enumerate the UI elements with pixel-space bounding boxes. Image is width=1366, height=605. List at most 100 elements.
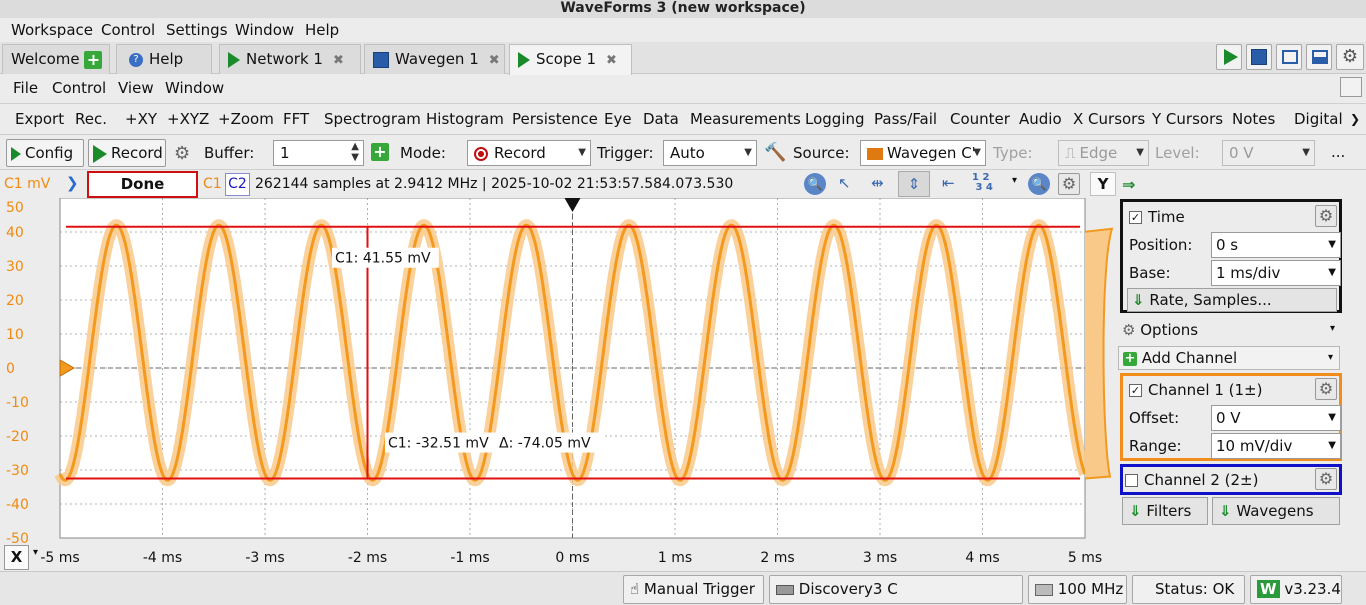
zoom-out-icon[interactable]: 🔍	[1028, 173, 1050, 195]
buffer-input[interactable]: 1 ▲ ▼	[273, 140, 364, 166]
more-button[interactable]: ...	[1331, 143, 1345, 161]
close-icon[interactable]: ✖	[489, 53, 500, 68]
zoom-icon[interactable]: 🔍	[804, 173, 826, 195]
config-button[interactable]: Config	[6, 139, 84, 167]
instr-persistence[interactable]: Persistence	[512, 110, 598, 128]
position-input[interactable]: 0 s ▼	[1211, 232, 1341, 258]
chevron-down-icon[interactable]: ▾	[33, 547, 38, 558]
instr-eye[interactable]: Eye	[604, 110, 632, 128]
manual-trigger-button[interactable]: ☝ Manual Trigger	[623, 575, 764, 604]
tab-scope[interactable]: Scope 1 ✖	[509, 44, 632, 75]
c2-toggle[interactable]: C2	[225, 173, 250, 196]
menu-file[interactable]: File	[13, 79, 38, 97]
scroll-right-icon[interactable]: ❯	[1350, 112, 1360, 126]
record-button[interactable]: Record	[88, 139, 166, 167]
x-tick-label: -4 ms	[143, 550, 182, 566]
collapse-arrow-icon[interactable]: ⇒	[1122, 175, 1135, 194]
source-select[interactable]: Wavegen C' ▼	[860, 140, 986, 166]
numbering-icon[interactable]: 1 2 3 4	[972, 173, 993, 193]
instr-spectrogram[interactable]: Spectrogram	[324, 110, 421, 128]
mode-select[interactable]: Record ▼	[467, 140, 591, 166]
offset-label: Offset:	[1129, 409, 1180, 427]
add-channel-button[interactable]: + Add Channel ▾	[1118, 346, 1340, 370]
tile-windows-button[interactable]	[1306, 44, 1332, 70]
instr-logging[interactable]: Logging	[805, 110, 865, 128]
scope-plot-area[interactable]: 50 40 30 20 10 0 -10 -20 -30 -40 -50 -5 ms -4 ms -3 m…	[0, 197, 1116, 570]
instr-xyz[interactable]: +XYZ	[167, 110, 209, 128]
close-icon[interactable]: ✖	[606, 53, 617, 68]
pointer-icon[interactable]: ↖	[838, 174, 851, 192]
instr-data[interactable]: Data	[643, 110, 679, 128]
range-select[interactable]: 10 mV/div ▼	[1211, 433, 1341, 459]
instr-passfail[interactable]: Pass/Fail	[874, 110, 937, 128]
spinner-icon[interactable]: ▲ ▼	[351, 141, 359, 163]
offset-input[interactable]: 0 V ▼	[1211, 405, 1341, 431]
chevron-right-icon[interactable]: ❯	[66, 174, 79, 192]
settings-button[interactable]: ⚙	[1336, 44, 1364, 70]
channel1-gear-icon[interactable]: ⚙	[1315, 378, 1337, 400]
plot-settings-gear-icon[interactable]: ⚙	[1058, 173, 1080, 195]
c1-toggle[interactable]: C1	[203, 176, 222, 192]
close-icon[interactable]: ✖	[333, 53, 344, 68]
trigger-select[interactable]: Auto ▼	[663, 140, 757, 166]
horizontal-fit-icon[interactable]: ⇹	[871, 174, 884, 192]
scope-plot-svg[interactable]: 50403020100-10-20-30-40-50-5 ms -4 ms -3 m…	[0, 197, 1116, 570]
y-axis-button[interactable]: Y	[1090, 172, 1116, 196]
tab-help[interactable]: ? Help	[116, 44, 212, 74]
tab-wavegen[interactable]: Wavegen 1 ✖	[364, 44, 505, 74]
channel1-enable-checkbox[interactable]: ✓ Channel 1 (1±)	[1129, 381, 1262, 399]
time-enable-checkbox[interactable]: ✓ Time	[1129, 208, 1185, 226]
gear-icon[interactable]: ⚙	[174, 143, 190, 164]
menu-help[interactable]: Help	[305, 21, 339, 39]
instr-x-cursors[interactable]: X Cursors	[1073, 110, 1145, 128]
clock-button[interactable]: 100 MHz	[1028, 575, 1127, 604]
run-button[interactable]	[1216, 44, 1242, 70]
x-axis-button[interactable]: X	[4, 545, 29, 570]
device-button[interactable]: Discovery3 C SN:210415BC98F5	[769, 575, 1023, 604]
chevron-down-icon[interactable]: ▾	[1330, 323, 1335, 334]
instr-audio[interactable]: Audio	[1019, 110, 1062, 128]
channel2-gear-icon[interactable]: ⚙	[1315, 468, 1337, 490]
version-button[interactable]: W v3.23.4	[1250, 575, 1342, 604]
menu-scope-control[interactable]: Control	[52, 79, 106, 97]
hammer-icon[interactable]: 🔨	[764, 142, 786, 163]
status-button[interactable]: Status: OK	[1132, 575, 1245, 604]
menu-view[interactable]: View	[118, 79, 154, 97]
instr-xy[interactable]: +XY	[125, 110, 157, 128]
time-gear-icon[interactable]: ⚙	[1315, 205, 1337, 227]
menu-settings[interactable]: Settings	[166, 21, 228, 39]
rate-samples-button[interactable]: ⇓ Rate, Samples...	[1127, 288, 1337, 312]
instr-notes[interactable]: Notes	[1232, 110, 1275, 128]
plus-icon[interactable]: +	[84, 50, 103, 69]
cascade-windows-button[interactable]	[1276, 44, 1302, 70]
clock-label: 100 MHz	[1057, 580, 1124, 598]
instr-y-cursors[interactable]: Y Cursors	[1152, 110, 1223, 128]
vertical-fit-icon[interactable]: ⇕	[898, 171, 930, 197]
base-select[interactable]: 1 ms/div ▼	[1211, 260, 1341, 286]
instr-fft[interactable]: FFT	[283, 110, 309, 128]
align-icon[interactable]: ⇤	[942, 174, 955, 192]
menu-workspace[interactable]: Workspace	[11, 21, 93, 39]
instr-rec[interactable]: Rec.	[75, 110, 107, 128]
cursor-bottom-label: C1: -32.51 mV	[388, 436, 489, 452]
restore-icon[interactable]	[1340, 77, 1362, 97]
instr-measurements[interactable]: Measurements	[690, 110, 801, 128]
menu-control[interactable]: Control	[101, 21, 155, 39]
filters-button[interactable]: ⇓ Filters	[1122, 497, 1208, 525]
instr-zoom[interactable]: +Zoom	[218, 110, 274, 128]
menu-scope-window[interactable]: Window	[165, 79, 224, 97]
tab-network[interactable]: Network 1 ✖	[219, 44, 361, 74]
instr-digital[interactable]: Digital	[1294, 110, 1343, 128]
menu-window[interactable]: Window	[235, 21, 294, 39]
options-toggle[interactable]: ⚙ Options	[1122, 321, 1198, 339]
add-buffer-plus-icon[interactable]: +	[371, 143, 389, 161]
instr-counter[interactable]: Counter	[950, 110, 1010, 128]
instr-export[interactable]: Export	[15, 110, 64, 128]
tab-welcome[interactable]: Welcome +	[2, 44, 110, 74]
instrument-toolbar: Export Rec. +XY +XYZ +Zoom FFT Spectrogr…	[0, 103, 1366, 131]
instr-histogram[interactable]: Histogram	[426, 110, 504, 128]
chevron-down-icon[interactable]: ▾	[1012, 175, 1017, 186]
wavegens-button[interactable]: ⇓ Wavegens	[1212, 497, 1340, 525]
channel2-enable-checkbox[interactable]: Channel 2 (2±)	[1125, 471, 1258, 489]
stop-button[interactable]	[1246, 44, 1272, 70]
